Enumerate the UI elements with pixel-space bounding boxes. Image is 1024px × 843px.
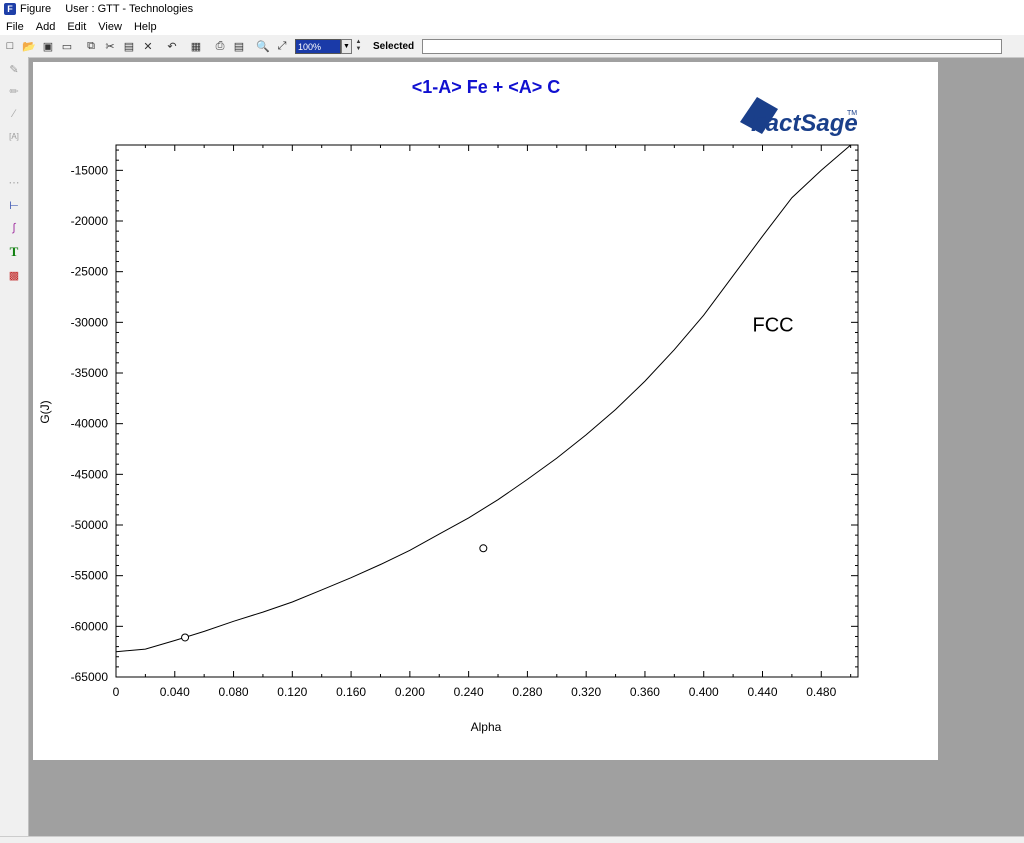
y-tick-label: -45000 <box>71 467 109 481</box>
menu-help[interactable]: Help <box>128 21 163 33</box>
title-bar: F Figure User : GTT - Technologies <box>0 0 1024 18</box>
chart-title: <1-A> Fe + <A> C <box>412 77 561 97</box>
menu-file[interactable]: File <box>0 21 30 33</box>
x-tick-label: 0.320 <box>571 685 601 699</box>
data-markers <box>181 544 488 642</box>
chart: <1-A> Fe + <A> C FactSage TM 0 0.040 0.080… <box>38 77 859 734</box>
chevron-down-icon[interactable]: ▼ <box>341 38 352 54</box>
app-icon: F <box>4 3 16 15</box>
color-fill-icon[interactable]: ▩ <box>5 266 23 284</box>
zoom-select[interactable]: 100% <box>295 38 341 54</box>
left-toolbar: ✎ ✏ ∕ [A] ⋯ ⊢ ∫ T ▩ <box>0 57 29 842</box>
logo-text: FactSage <box>751 110 858 137</box>
y-tick-label: -60000 <box>71 619 109 633</box>
selected-label: Selected <box>373 40 415 52</box>
x-axis-label: Alpha <box>471 720 502 734</box>
y-tick-label: -50000 <box>71 518 109 532</box>
menu-view[interactable]: View <box>92 21 128 33</box>
y-tick-label: -55000 <box>71 569 109 583</box>
y-tick-label: -25000 <box>71 265 109 279</box>
user-label: User : GTT - Technologies <box>65 3 194 15</box>
factsage-logo: FactSage TM <box>740 97 858 137</box>
line-icon[interactable]: ∕ <box>5 105 23 123</box>
save-icon[interactable]: ▣ <box>39 37 57 55</box>
properties-icon[interactable]: ▦ <box>187 37 205 55</box>
figure-canvas: <1-A> Fe + <A> C FactSage TM 0 0.040 0.080… <box>33 62 938 760</box>
plot-frame <box>115 144 859 678</box>
new-icon[interactable]: □ <box>1 37 19 55</box>
x-tick-labels: 0 0.040 0.080 0.120 0.160 0.200 0.240 0.280 0.32… <box>113 685 837 699</box>
dashed-line-icon[interactable]: ⋯ <box>5 173 23 191</box>
copy-icon[interactable]: ⧉ <box>82 37 100 55</box>
x-tick-label: 0.160 <box>336 685 366 699</box>
y-axis-label: G(J) <box>38 400 52 423</box>
x-tick-label: 0.120 <box>277 685 307 699</box>
menu-bar: File Add Edit View Help <box>0 18 1024 35</box>
brush-icon[interactable]: ✏ <box>5 82 23 100</box>
y-tick-label: -40000 <box>71 417 109 431</box>
y-tick-label: -65000 <box>71 670 109 684</box>
y-tick-labels: -15000 -20000 -25000 -30000 -35000 -40000 -450… <box>71 163 109 684</box>
delete-icon[interactable]: ✕ <box>139 37 157 55</box>
series-line-fcc <box>115 144 858 653</box>
y-tick-label: -15000 <box>71 163 109 177</box>
undo-icon[interactable]: ↶ <box>163 37 181 55</box>
x-tick-label: 0.480 <box>806 685 836 699</box>
menu-edit[interactable]: Edit <box>61 21 92 33</box>
print-icon[interactable]: ⎙ <box>211 37 229 55</box>
open-icon[interactable]: 📂 <box>20 37 38 55</box>
data-marker <box>479 544 488 553</box>
x-tick-label: 0.440 <box>747 685 777 699</box>
x-tick-label: 0.400 <box>689 685 719 699</box>
x-tick-label: 0.360 <box>630 685 660 699</box>
logo-tm: TM <box>847 110 857 117</box>
toolbar: □ 📂 ▣ ▭ ⧉ ✂ ▤ ✕ ↶ ▦ ⎙ ▤ 🔍 ⤢ 100% ▼ ▲ ▼ Se… <box>0 35 1024 58</box>
paste-icon[interactable]: ▤ <box>120 37 138 55</box>
x-tick-label: 0.080 <box>219 685 249 699</box>
pen-icon[interactable]: ✎ <box>5 60 23 78</box>
x-tick-label: 0.040 <box>160 685 190 699</box>
y-tick-label: -30000 <box>71 315 109 329</box>
print-preview-icon[interactable]: ▤ <box>230 37 248 55</box>
axis-icon[interactable]: ⊢ <box>5 196 23 214</box>
fcc-annotation: FCC <box>752 314 793 336</box>
folder-icon[interactable]: ▭ <box>58 37 76 55</box>
x-tick-label: 0.240 <box>454 685 484 699</box>
zoom-spinner[interactable]: ▲ ▼ <box>354 39 363 54</box>
text-frame-icon[interactable]: [A] <box>5 127 23 145</box>
tick-marks <box>115 145 858 678</box>
x-tick-label: 0.280 <box>512 685 542 699</box>
curve-icon[interactable]: ∫ <box>5 219 23 237</box>
window-title: Figure <box>20 3 52 15</box>
y-tick-label: -35000 <box>71 366 109 380</box>
x-tick-label: 0 <box>113 685 120 699</box>
cut-icon[interactable]: ✂ <box>101 37 119 55</box>
y-tick-label: -20000 <box>71 214 109 228</box>
text-icon[interactable]: T <box>5 243 23 261</box>
data-marker <box>181 633 190 642</box>
zoom-icon[interactable]: 🔍 <box>254 37 272 55</box>
fit-icon[interactable]: ⤢ <box>273 37 291 55</box>
x-tick-label: 0.200 <box>395 685 425 699</box>
menu-add[interactable]: Add <box>30 21 62 33</box>
selected-field[interactable] <box>422 38 1003 54</box>
